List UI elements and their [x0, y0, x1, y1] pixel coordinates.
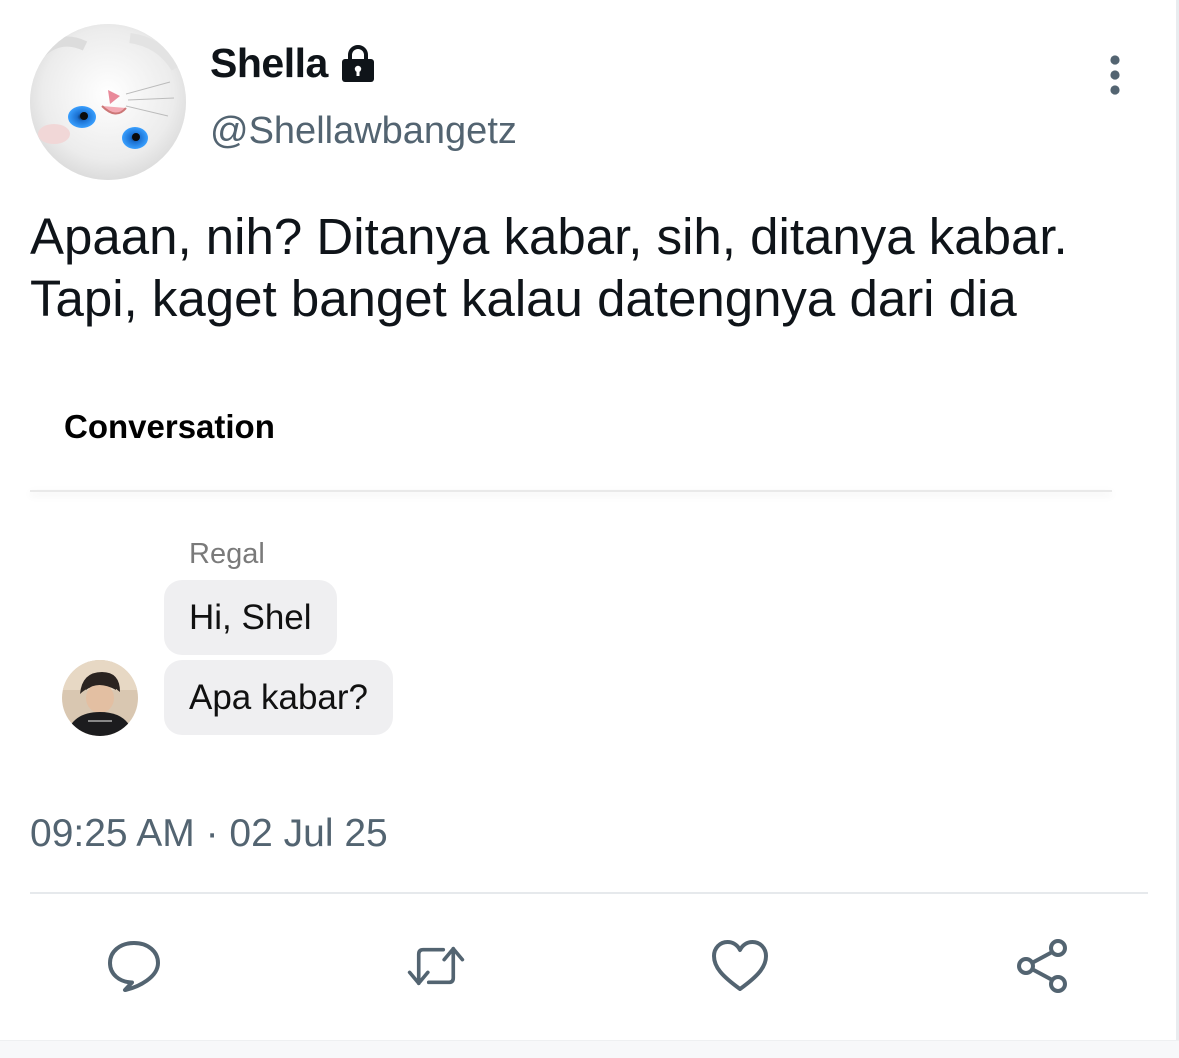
share-icon [1017, 939, 1067, 993]
sender-name: Regal [189, 538, 265, 570]
action-bar-divider [30, 892, 1148, 894]
white-cat-avatar-icon [30, 24, 186, 180]
conversation-title: Conversation [64, 408, 275, 445]
bottom-bar [0, 1040, 1179, 1058]
tweet-text: Apaan, nih? Ditanya kabar, sih, ditanya … [30, 206, 1150, 330]
heart-icon [712, 940, 768, 991]
author-handle[interactable]: @Shellawbangetz [210, 110, 517, 153]
tweet-text-line: Tapi, kaget banget kalau datengnya dari … [30, 270, 1017, 327]
author-name-row: Shella [210, 40, 378, 87]
message-bubble: Apa kabar? [164, 660, 394, 735]
share-button[interactable] [1013, 936, 1073, 996]
tweet-text-line: Apaan, nih? Ditanya kabar, sih, ditanya … [30, 208, 1068, 265]
message-bubble: Hi, Shel [164, 580, 337, 655]
lock-icon [338, 44, 378, 84]
tweet-timestamp[interactable]: 09:25 AM · 02 Jul 25 [30, 812, 388, 856]
retweet-button[interactable] [406, 936, 466, 996]
person-photo-avatar-icon [62, 660, 138, 736]
like-button[interactable] [710, 936, 770, 996]
conversation-divider [30, 490, 1112, 492]
retweet-icon [407, 946, 465, 986]
author-display-name[interactable]: Shella [210, 40, 328, 87]
sender-avatar [62, 660, 138, 736]
reply-icon [108, 941, 160, 992]
more-vertical-icon[interactable] [1100, 54, 1130, 96]
author-avatar[interactable] [30, 24, 186, 180]
reply-button[interactable] [104, 936, 164, 996]
